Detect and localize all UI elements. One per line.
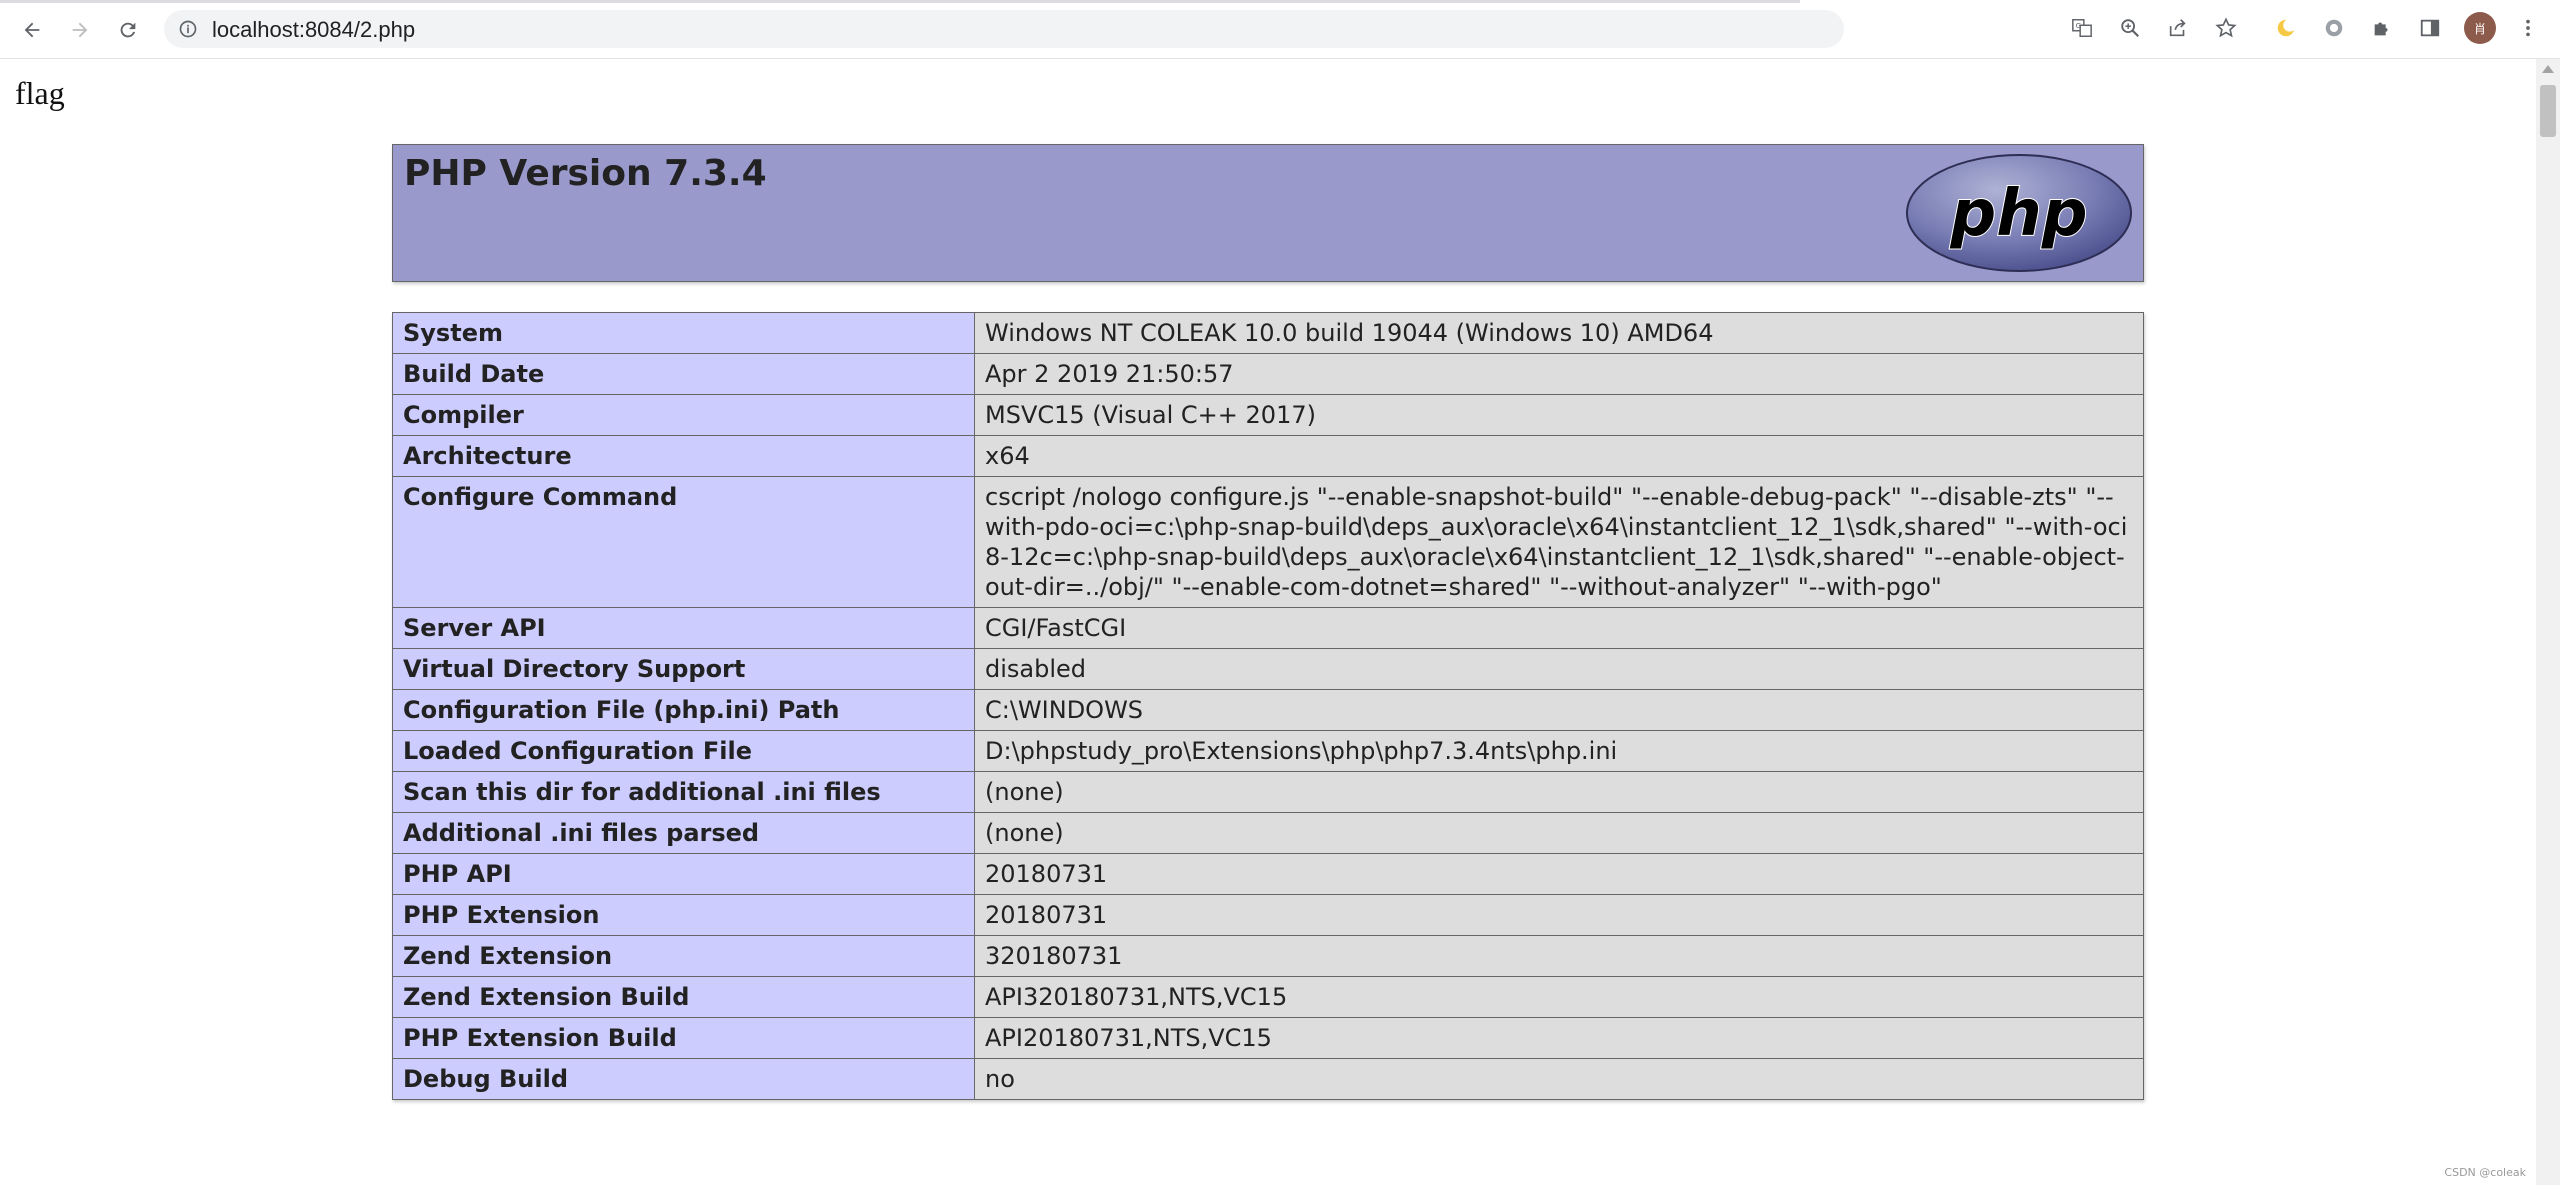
reload-icon [120, 22, 136, 38]
tab-strip-edge [0, 0, 1800, 3]
table-row: Compiler MSVC15 (Visual C++ 2017) [392, 394, 2144, 436]
row-label: Server API [392, 607, 975, 649]
row-label: PHP Extension [392, 894, 975, 936]
translate-icon[interactable]: G [2066, 12, 2098, 44]
arrow-right-icon [72, 22, 88, 38]
arrow-left-icon [24, 22, 40, 38]
row-value: MSVC15 (Visual C++ 2017) [974, 394, 2144, 436]
table-row: Build Date Apr 2 2019 21:50:57 [392, 353, 2144, 395]
phpinfo-table: System Windows NT COLEAK 10.0 build 19044… [392, 312, 2144, 1100]
row-value: 320180731 [974, 935, 2144, 977]
share-icon[interactable] [2162, 12, 2194, 44]
table-row: PHP API 20180731 [392, 853, 2144, 895]
vertical-scrollbar[interactable] [2536, 59, 2560, 1185]
row-label: PHP API [392, 853, 975, 895]
table-row: Zend Extension 320180731 [392, 935, 2144, 977]
row-label: Loaded Configuration File [392, 730, 975, 772]
site-info-icon[interactable] [178, 19, 198, 39]
table-row: System Windows NT COLEAK 10.0 build 19044… [392, 312, 2144, 354]
php-logo[interactable]: php [1905, 153, 2133, 273]
row-value: (none) [974, 771, 2144, 813]
row-value: cscript /nologo configure.js "--enable-s… [974, 476, 2144, 608]
table-row: Additional .ini files parsed (none) [392, 812, 2144, 854]
back-button[interactable] [14, 12, 50, 48]
row-label: Zend Extension [392, 935, 975, 977]
extension-circle-icon[interactable] [2318, 12, 2350, 44]
row-label: Additional .ini files parsed [392, 812, 975, 854]
row-label: Compiler [392, 394, 975, 436]
browser-toolbar: localhost:8084/2.php G 肖 [0, 0, 2560, 59]
table-row: PHP Extension Build API20180731,NTS,VC15 [392, 1017, 2144, 1059]
table-row: Virtual Directory Support disabled [392, 648, 2144, 690]
row-value: Apr 2 2019 21:50:57 [974, 353, 2144, 395]
url-text[interactable]: localhost:8084/2.php [212, 17, 415, 43]
row-label: System [392, 312, 975, 354]
row-label: Build Date [392, 353, 975, 395]
profile-avatar[interactable]: 肖 [2464, 12, 2496, 44]
phpinfo-container: PHP Version 7.3.4 php System Windows NT C… [392, 144, 2144, 1100]
table-row: Server API CGI/FastCGI [392, 607, 2144, 649]
table-row: Architecture x64 [392, 435, 2144, 477]
table-row: Scan this dir for additional .ini files(… [392, 771, 2144, 813]
table-row: Configure Command cscript /nologo configu… [392, 476, 2144, 608]
row-value: x64 [974, 435, 2144, 477]
watermark: CSDN @coleak [2444, 1166, 2526, 1179]
row-value: disabled [974, 648, 2144, 690]
page-viewport: flag PHP Version 7.3.4 php System Windows… [0, 59, 2536, 1185]
extensions-puzzle-icon[interactable] [2366, 12, 2398, 44]
table-row: Zend Extension Build API320180731,NTS,VC1… [392, 976, 2144, 1018]
zoom-icon[interactable] [2114, 12, 2146, 44]
row-label: Architecture [392, 435, 975, 477]
table-row: Configuration File (php.ini) Path C:\WIND… [392, 689, 2144, 731]
table-row: Loaded Configuration File D:\phpstudy_pro… [392, 730, 2144, 772]
svg-text:php: php [1949, 177, 2087, 251]
table-row: Debug Build no [392, 1058, 2144, 1100]
row-value: 20180731 [974, 894, 2144, 936]
extension-moon-icon[interactable] [2270, 12, 2302, 44]
row-value: 20180731 [974, 853, 2144, 895]
row-value: no [974, 1058, 2144, 1100]
scroll-up-arrow-icon[interactable] [2542, 65, 2554, 73]
svg-text:G: G [2076, 21, 2082, 30]
php-version-title: PHP Version 7.3.4 [404, 153, 767, 194]
scrollbar-thumb[interactable] [2540, 85, 2556, 137]
row-label: Zend Extension Build [392, 976, 975, 1018]
row-label: Debug Build [392, 1058, 975, 1100]
row-label: Scan this dir for additional .ini files [392, 771, 975, 813]
forward-button[interactable] [62, 12, 98, 48]
reload-button[interactable] [110, 12, 146, 48]
row-label: Configuration File (php.ini) Path [392, 689, 975, 731]
address-bar[interactable]: localhost:8084/2.php [164, 10, 1844, 48]
side-panel-icon[interactable] [2414, 12, 2446, 44]
row-value: API320180731,NTS,VC15 [974, 976, 2144, 1018]
row-label: Virtual Directory Support [392, 648, 975, 690]
row-value: API20180731,NTS,VC15 [974, 1017, 2144, 1059]
row-label: Configure Command [392, 476, 975, 608]
bookmark-star-icon[interactable] [2210, 12, 2242, 44]
row-value: C:\WINDOWS [974, 689, 2144, 731]
phpinfo-header: PHP Version 7.3.4 php [392, 144, 2144, 282]
more-menu-icon[interactable] [2512, 12, 2544, 44]
row-value: Windows NT COLEAK 10.0 build 19044 (Wind… [974, 312, 2144, 354]
flag-text: flag [15, 75, 65, 111]
table-row: PHP Extension 20180731 [392, 894, 2144, 936]
row-value: CGI/FastCGI [974, 607, 2144, 649]
row-value: (none) [974, 812, 2144, 854]
row-value: D:\phpstudy_pro\Extensions\php\php7.3.4n… [974, 730, 2144, 772]
row-label: PHP Extension Build [392, 1017, 975, 1059]
